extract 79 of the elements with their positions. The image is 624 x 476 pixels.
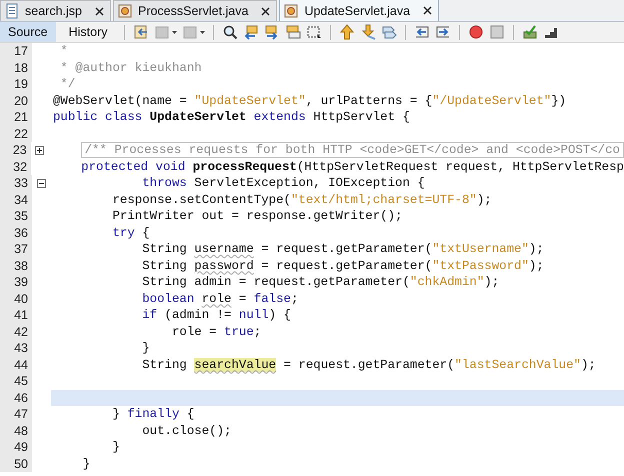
line-number: 34 [0,192,32,208]
line-number: 43 [0,340,32,356]
line-number: 36 [0,224,32,241]
tags-icon[interactable] [380,24,397,40]
line-number: 21 [0,109,32,126]
line-number: 44 [0,356,32,373]
code-line: if (admin != null) { [141,307,292,324]
line-number: 23 [0,142,31,158]
close-icon[interactable] [423,6,432,15]
code-line: */ [59,76,76,92]
class-file-icon [283,2,300,18]
line-number: 32 [0,158,32,175]
tab-label: UpdateServlet.java [304,4,410,18]
view-tab[interactable]: Source [0,22,56,42]
code-line: throws ServletException, IOException { [141,175,426,192]
code-line: String admin = request.getParameter("chkAdmin"); [141,274,500,290]
line-number: 41 [0,307,32,324]
indent-left-icon[interactable] [414,24,430,40]
code-line: } [82,456,92,472]
editor-tab[interactable]: search.jsp [0,0,111,21]
code-line: boolean role = false; [141,290,300,307]
view-tab[interactable]: History [60,22,116,42]
line-number: 49 [0,439,32,456]
code-line: } [141,340,151,356]
down-arrow-icon[interactable] [360,24,376,40]
code-line: } finally { [111,406,196,422]
tab-label: search.jsp [25,4,82,18]
code-line: } [111,439,121,456]
code-line: role = true; [170,324,262,340]
code-line: * @author kieukhanh [59,60,203,76]
close-icon[interactable] [94,6,104,16]
close-icon[interactable] [261,6,270,16]
line-number: 48 [0,422,32,439]
line-number: 17 [0,43,32,60]
line-number: 45 [0,373,32,390]
code-line: try { [111,224,151,241]
line-number: 22 [0,126,32,142]
code-line: String password = request.getParameter("txtPassword"); [141,258,545,274]
line-number: 33 [0,175,32,192]
line-number: 40 [0,290,32,307]
code-line: response.setContentType("text/html;charset=UTF-8"); [111,192,493,208]
line-number: 18 [0,60,32,76]
line-number: 37 [0,241,32,258]
expand-icon[interactable] [35,146,44,155]
line-number: 35 [0,208,32,224]
stop-icon[interactable] [488,24,505,40]
caret-icon[interactable] [172,30,177,34]
line-number: 20 [0,92,32,109]
editor-tab[interactable]: ProcessServlet.java [112,0,278,21]
code-line: public class UpdateServlet extends HttpServlet { [52,109,411,126]
caret-icon[interactable] [200,30,205,34]
line-number: 38 [0,258,32,274]
search-icon[interactable] [222,24,238,40]
line-number: 47 [0,406,32,422]
line-number: 19 [0,76,32,92]
arrow-left-document-icon[interactable] [242,24,259,40]
line-number: 50 [0,456,32,472]
class-file-icon [116,3,133,19]
code-line: String username = request.getParameter("txtUsername"); [141,241,545,258]
line-number: 46 [0,390,32,406]
up-arrow-icon[interactable] [338,24,355,40]
tab-label: ProcessServlet.java [138,4,248,18]
code-line: PrintWriter out = response.getWriter(); [111,208,404,224]
check-document-icon[interactable] [522,24,538,40]
code-line: protected void processRequest(HttpServletRequest request, HttpServletResp [80,158,624,175]
line-number: 42 [0,324,32,340]
editor-tab[interactable]: UpdateServlet.java [279,0,440,21]
code-line: String searchValue = request.getParameter("lastSearchValue"); [141,356,597,373]
document-icon [4,3,20,19]
line-number: 39 [0,274,32,290]
stacked-documents-icon[interactable] [284,24,301,40]
record-icon[interactable] [468,24,484,40]
indent-right-icon[interactable] [434,24,451,40]
code-line: * [59,43,69,60]
collapse-icon[interactable] [37,178,46,188]
code-line: out.close(); [141,422,232,439]
dashed-selection-icon[interactable] [306,24,322,40]
arrow-right-document-icon[interactable] [264,24,280,40]
code-line: @WebServlet(name = "UpdateServlet", urlPatterns = {"/UpdateServlet"}) [52,92,568,109]
